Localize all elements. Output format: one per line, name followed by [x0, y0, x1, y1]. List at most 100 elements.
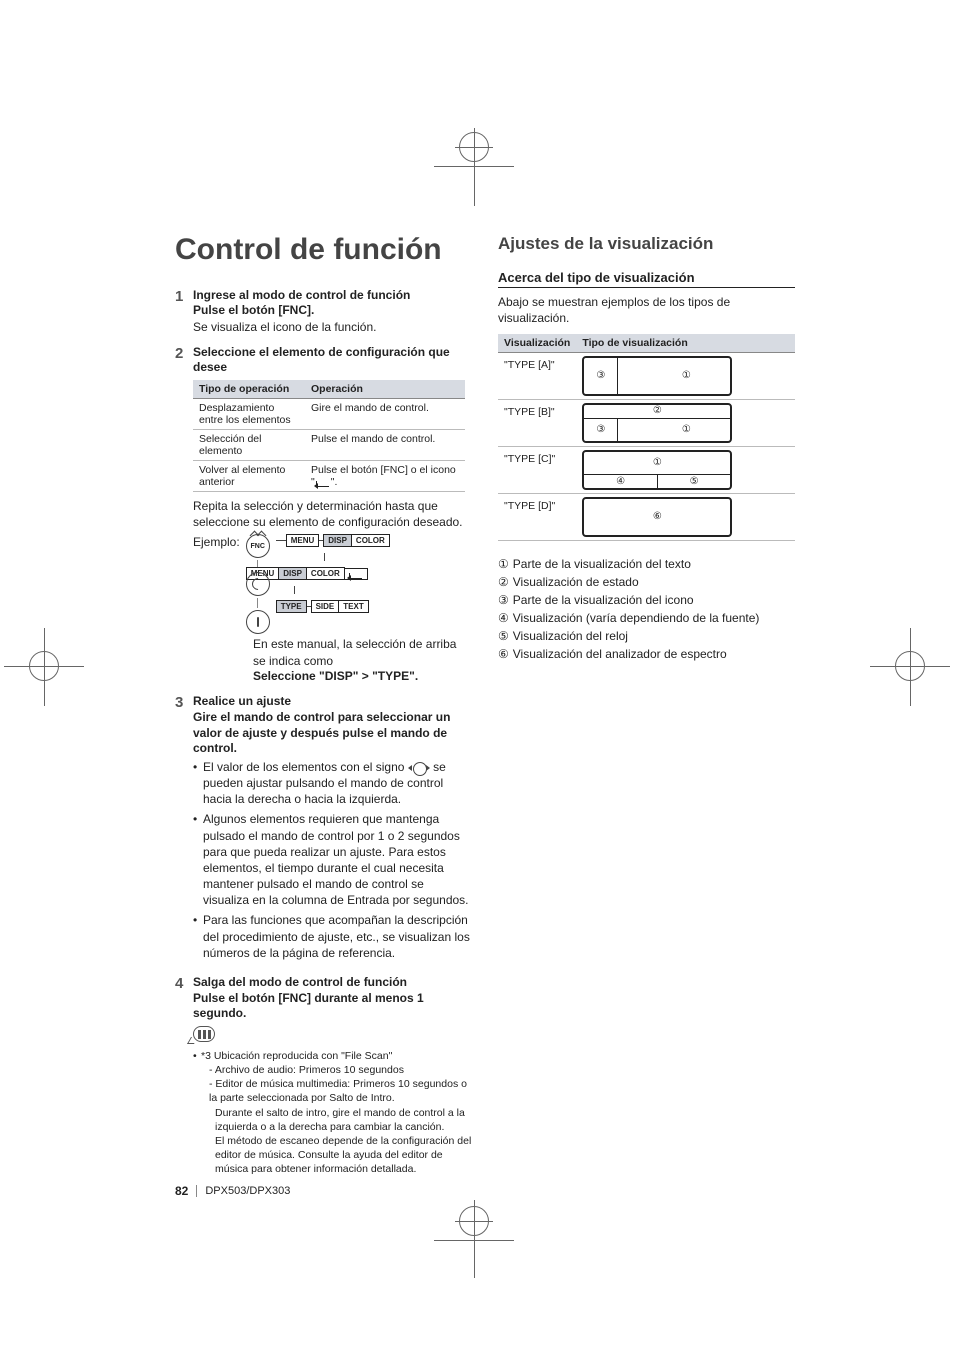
table-cell: Selección del elemento: [193, 430, 305, 461]
step-instruction: Seleccione "DISP" > "TYPE".: [253, 669, 472, 685]
step-instruction: Pulse el botón [FNC] durante al menos 1 …: [193, 991, 472, 1022]
knob-label: FNC: [250, 543, 264, 550]
table-header: Operación: [305, 380, 465, 399]
table-cell: Gire el mando de control.: [305, 399, 465, 430]
text: Visualización (varía dependiendo de la f…: [513, 609, 760, 627]
display-type-a-diagram: ③ ①: [582, 356, 732, 396]
left-column: Control de función 1 Ingrese al modo de …: [175, 234, 472, 1186]
text: Visualización del analizador de espectro: [513, 645, 727, 663]
text: Parte de la visualización del icono: [513, 591, 694, 609]
content: Control de función 1 Ingrese al modo de …: [175, 234, 795, 1186]
registration-mark: [895, 651, 925, 681]
return-icon: [316, 477, 330, 487]
table-cell: "TYPE [C]": [498, 447, 576, 494]
marker-2: ②: [498, 573, 509, 591]
menu-chip: COLOR: [352, 534, 390, 547]
text: Visualización de estado: [513, 573, 639, 591]
registration-mark: [459, 1206, 489, 1236]
bullet-list: El valor de los elementos con el signo s…: [193, 759, 472, 961]
fnc-knob-icon: FNC: [246, 534, 270, 558]
menu-chip: DISP: [323, 534, 352, 547]
step-text: En este manual, la selección de arriba s…: [253, 636, 472, 668]
display-type-table: Visualización Tipo de visualización "TYP…: [498, 334, 795, 541]
menu-chip: DISP: [279, 567, 307, 580]
menu-chip: MENU: [286, 534, 320, 547]
step-instruction: Gire el mando de control para selecciona…: [193, 710, 472, 757]
text: - Editor de música multimedia: Primeros …: [201, 1077, 472, 1105]
step-number: 4: [175, 975, 193, 1022]
model-label: DPX503/DPX303: [205, 1185, 290, 1197]
list-item: Algunos elementos requieren que mantenga…: [193, 811, 472, 908]
marker-2: ②: [653, 406, 662, 416]
marker-6: ⑥: [653, 512, 662, 522]
menu-chip: SIDE: [311, 600, 340, 613]
operation-table: Tipo de operación Operación Desplazamien…: [193, 380, 465, 492]
table-cell: "TYPE [D]": [498, 494, 576, 541]
step-number: 1: [175, 288, 193, 335]
step-title: Seleccione el elemento de configuración …: [193, 345, 472, 376]
marker-4: ④: [616, 477, 625, 487]
table-cell: "TYPE [A]": [498, 353, 576, 400]
connector: [294, 586, 295, 594]
step-title: Realice un ajuste: [193, 694, 472, 710]
legend-item: ④Visualización (varía dependiendo de la …: [498, 609, 795, 627]
text: ".: [331, 476, 338, 488]
right-column: Ajustes de la visualización Acerca del t…: [498, 234, 795, 1186]
intro-text: Abajo se muestran ejemplos de los tipos …: [498, 294, 795, 326]
marker-1: ①: [682, 425, 691, 435]
table-row: "TYPE [D]" ⑥: [498, 494, 795, 541]
page-title: Control de función: [175, 234, 472, 266]
table-cell: Desplazamiento entre los elementos: [193, 399, 305, 430]
legend-item: ③Parte de la visualización del icono: [498, 591, 795, 609]
table-row: "TYPE [C]" ① ④ ⑤: [498, 447, 795, 494]
marker-3: ③: [596, 425, 605, 435]
marker-4: ④: [498, 609, 509, 627]
step-number: 3: [175, 694, 193, 965]
step-number: 2: [175, 345, 193, 376]
push-knob-icon: [246, 610, 270, 634]
left-right-control-icon: [408, 762, 430, 774]
table-cell: "TYPE [B]": [498, 400, 576, 447]
menu-tree-diagram: FNC MENU DISP COL: [246, 534, 390, 634]
note-list: *3 Ubicación reproducida con "File Scan"…: [193, 1049, 472, 1177]
table-row: "TYPE [B]" ② ③ ①: [498, 400, 795, 447]
return-icon: [349, 569, 363, 579]
table-row: Desplazamiento entre los elementos Gire …: [193, 399, 465, 430]
step-text: Se visualiza el icono de la función.: [193, 319, 472, 335]
section-title: Ajustes de la visualización: [498, 234, 795, 254]
example-label: Ejemplo:: [193, 534, 240, 550]
table-cell: Volver al elemento anterior: [193, 461, 305, 492]
step-4: 4 Salga del modo de control de función P…: [175, 975, 472, 1176]
table-header: Tipo de operación: [193, 380, 305, 399]
menu-chip: TEXT: [339, 600, 368, 613]
marker-1: ①: [498, 555, 509, 573]
subsection-title: Acerca del tipo de visualización: [498, 270, 795, 288]
table-header: Tipo de visualización: [576, 334, 795, 353]
legend-item: ②Visualización de estado: [498, 573, 795, 591]
display-type-b-diagram: ② ③ ①: [582, 403, 732, 443]
text: El método de escaneo depende de la confi…: [201, 1134, 472, 1177]
legend-item: ⑤Visualización del reloj: [498, 627, 795, 645]
connector: [257, 598, 258, 608]
marker-1: ①: [653, 458, 662, 468]
marker-3: ③: [596, 371, 605, 381]
display-type-c-diagram: ① ④ ⑤: [582, 450, 732, 490]
legend-item: ①Parte de la visualización del texto: [498, 555, 795, 573]
marker-5: ⑤: [690, 477, 699, 487]
connector: [324, 553, 325, 561]
table-row: Selección del elemento Pulse el mando de…: [193, 430, 465, 461]
list-item: El valor de los elementos con el signo s…: [193, 759, 472, 808]
info-icon: [193, 1026, 215, 1042]
display-type-d-diagram: ⑥: [582, 497, 732, 537]
registration-mark: [29, 651, 59, 681]
text: Durante el salto de intro, gire el mando…: [201, 1106, 472, 1134]
menu-chip: TYPE: [276, 600, 307, 613]
text: - Archivo de audio: Primeros 10 segundos: [201, 1063, 472, 1077]
divider: [196, 1185, 197, 1197]
page-number: 82: [175, 1184, 188, 1198]
return-chip: [345, 568, 368, 580]
marker-3: ③: [498, 591, 509, 609]
step-3: 3 Realice un ajuste Gire el mando de con…: [175, 694, 472, 965]
marker-6: ⑥: [498, 645, 509, 663]
text: Parte de la visualización del texto: [513, 555, 691, 573]
